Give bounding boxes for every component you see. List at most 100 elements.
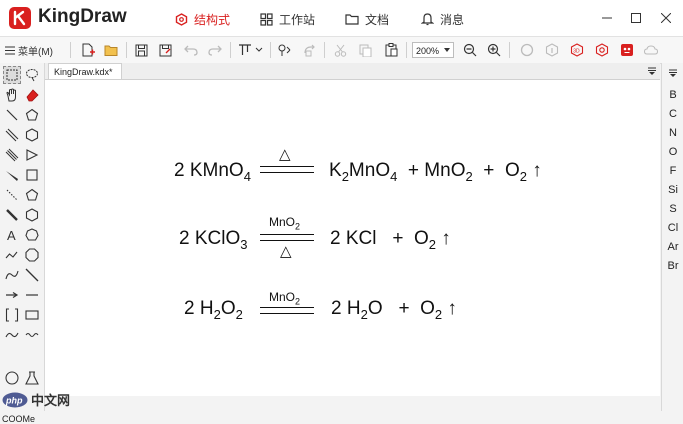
minimize-button[interactable] [597,8,617,28]
element-c[interactable]: C [662,108,683,120]
cloud-share-button[interactable] [641,40,661,60]
element-br[interactable]: Br [662,260,683,272]
curve-arrow-tool[interactable] [3,266,21,284]
wave-icon [25,332,39,338]
equation-1-reactant[interactable]: 2 KMnO4 [174,160,251,184]
single-bond-tool[interactable] [3,106,21,124]
lasso-tool[interactable] [23,66,41,84]
horizontal-scrollbar[interactable] [45,397,660,411]
rotate-button[interactable] [299,40,319,60]
equation-2-reactant[interactable]: 2 KClO3 [179,228,248,252]
ring-tool-button[interactable] [517,40,537,60]
pentagon-ring-tool[interactable] [23,106,41,124]
triple-bond-tool[interactable] [3,146,21,164]
panel-menu-icon[interactable] [669,69,677,77]
double-bond-tool[interactable] [3,126,21,144]
flip-button[interactable] [275,40,295,60]
menu-button[interactable]: 菜单(M) [5,41,53,59]
3d-view-button[interactable]: 3D [567,40,587,60]
equation-1-condition-top[interactable]: △ [279,145,291,163]
eraser-tool[interactable] [23,86,41,104]
open-file-button[interactable] [101,40,121,60]
save-button[interactable] [131,40,151,60]
element-f[interactable]: F [662,165,683,177]
align-dropdown-button[interactable] [236,40,266,60]
hexagon-ring-tool[interactable] [23,126,41,144]
flask-icon [25,371,39,385]
line-tool[interactable] [23,266,41,284]
bold-bond-tool[interactable] [3,206,21,224]
paste-button[interactable] [381,40,401,60]
circle-tool[interactable] [3,369,21,387]
functional-group-tool[interactable]: COOMe [2,414,35,424]
pentagon-icon [25,108,39,121]
element-n[interactable]: N [662,127,683,139]
cut-button[interactable] [330,40,350,60]
save-icon [135,44,147,56]
close-button[interactable] [656,8,676,28]
save-as-button[interactable] [155,40,175,60]
arrow-tool[interactable] [3,286,21,304]
element-s[interactable]: S [662,203,683,215]
maximize-button[interactable] [626,8,646,28]
equation-3-reactant[interactable]: 2 H2O2 [184,298,243,322]
dash-line-tool[interactable] [23,286,41,304]
tab-workstation[interactable]: 工作站 [260,9,315,29]
octagon-ring-tool[interactable] [23,246,41,264]
main-toolbar: 菜单(M) 200% 3D [0,37,683,64]
equation-2-equals-line [260,234,314,235]
rectangle-tool[interactable] [23,306,41,324]
hand-tool[interactable] [3,86,21,104]
tab-menu-icon[interactable] [648,67,656,75]
bell-icon [421,13,434,26]
element-cl[interactable]: Cl [662,222,683,234]
hash-bond-icon [6,189,18,201]
octagon-icon [25,248,39,262]
chain-tool[interactable] [3,246,21,264]
square-ring-tool[interactable] [23,166,41,184]
tab-messages[interactable]: 消息 [421,9,464,29]
tab-structure[interactable]: 结构式 [175,9,230,29]
equation-1-products[interactable]: K2MnO4 + MnO2 + O2 ↑ [329,160,542,184]
element-ar[interactable]: Ar [662,241,683,253]
equation-2-products[interactable]: 2 KCl + O2 ↑ [330,228,451,252]
zoom-select[interactable]: 200% [412,42,454,58]
pentagon-alt-icon [25,188,39,201]
pentagon-ring-alt-tool[interactable] [23,186,41,204]
tab-documents[interactable]: 文档 [345,9,389,29]
folder-open-icon [104,45,117,56]
text-tool[interactable]: A [3,226,21,244]
element-si[interactable]: Si [662,184,683,196]
zoom-in-button[interactable] [484,40,504,60]
equation-3-catalyst[interactable]: MnO2 [269,290,300,306]
redo-button[interactable] [205,40,225,60]
element-b[interactable]: B [662,89,683,101]
drawing-canvas[interactable]: 2 KMnO4 △ K2MnO4 + MnO2 + O2 ↑ 2 KClO3 M… [45,80,660,396]
select-rect-tool[interactable] [3,66,21,84]
wave-tool[interactable] [23,326,41,344]
redo-icon [208,45,222,56]
copy-button[interactable] [355,40,375,60]
equation-2-condition-bottom[interactable]: △ [280,242,292,260]
hash-bond-tool[interactable] [3,186,21,204]
zoom-out-button[interactable] [460,40,480,60]
element-panel: B C N O F Si S Cl Ar Br [661,63,683,411]
info-tool-button[interactable] [542,40,562,60]
heptagon-ring-tool[interactable] [23,226,41,244]
menu-button-label: 菜单(M) [18,46,53,58]
undo-button[interactable] [181,40,201,60]
triangle-ring-tool[interactable] [23,146,41,164]
new-file-button[interactable] [78,40,98,60]
hexagon-icon [175,12,188,26]
query-tool-button[interactable] [592,40,612,60]
wedge-bond-tool[interactable] [3,166,21,184]
equation-2-catalyst[interactable]: MnO2 [269,215,300,231]
lab-flask-tool[interactable] [23,369,41,387]
element-o[interactable]: O [662,146,683,158]
hexagon-ring-alt-tool[interactable] [23,206,41,224]
orbital-tool[interactable] [3,326,21,344]
equation-3-products[interactable]: 2 H2O + O2 ↑ [331,298,457,322]
ai-recognition-button[interactable] [617,40,637,60]
document-tab[interactable]: KingDraw.kdx* [48,63,122,79]
bracket-tool[interactable] [3,306,21,324]
